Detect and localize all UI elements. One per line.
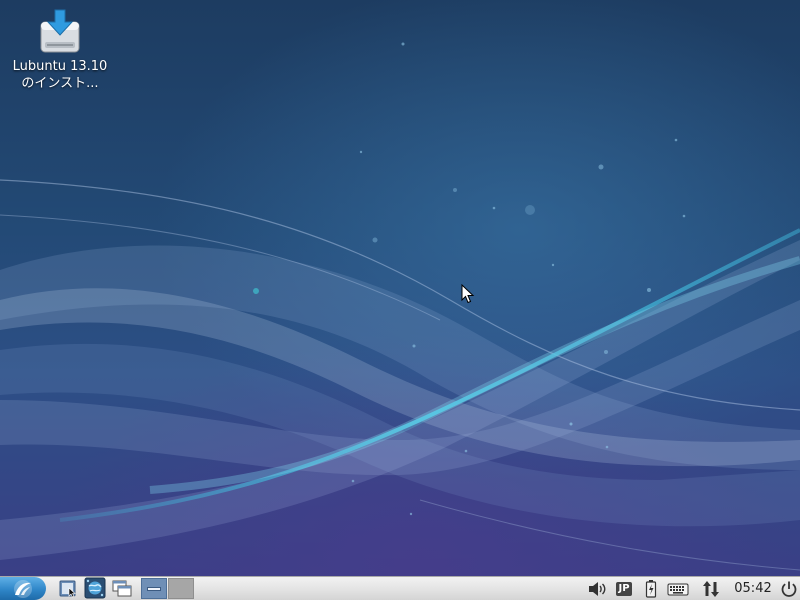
wallpaper-waves — [0, 42, 800, 571]
start-menu-button[interactable] — [0, 577, 46, 600]
pager-window-thumbnail — [147, 586, 161, 591]
web-browser-launcher[interactable] — [84, 577, 106, 599]
taskbar-clock[interactable]: 05:42 — [730, 577, 776, 600]
mouse-pointer-icon — [461, 284, 475, 304]
web-browser-icon — [84, 577, 106, 599]
desktop-pager-2[interactable] — [168, 578, 194, 599]
network-indicator[interactable] — [700, 577, 722, 600]
network-icon — [703, 580, 719, 597]
installer-label-line1: Lubuntu 13.10 — [12, 59, 108, 74]
file-manager-icon — [59, 580, 76, 598]
onscreen-keyboard-button[interactable] — [666, 577, 690, 600]
keyboard-icon — [667, 583, 689, 595]
battery-indicator[interactable] — [643, 577, 659, 600]
keyboard-layout-indicator[interactable]: JP — [613, 577, 635, 600]
power-icon — [781, 581, 797, 597]
installer-download-icon — [40, 9, 80, 53]
show-desktop-icon — [112, 580, 132, 597]
desktop-background[interactable]: Lubuntu 13.10 のインスト... — [0, 0, 800, 576]
power-button[interactable] — [779, 577, 799, 600]
desktop-pager-1[interactable] — [141, 578, 167, 599]
lubuntu-menu-icon — [14, 579, 32, 598]
volume-icon — [589, 581, 606, 596]
desktop-installer-shortcut[interactable]: Lubuntu 13.10 のインスト... — [8, 8, 112, 92]
installer-label-line2: のインスト... — [21, 76, 99, 91]
file-manager-launcher[interactable] — [57, 577, 79, 599]
keyboard-layout-label: JP — [616, 581, 632, 596]
taskbar: JP 05:42 — [0, 576, 800, 600]
battery-icon — [645, 579, 657, 598]
show-desktop-launcher[interactable] — [111, 577, 133, 599]
volume-control[interactable] — [586, 577, 608, 600]
